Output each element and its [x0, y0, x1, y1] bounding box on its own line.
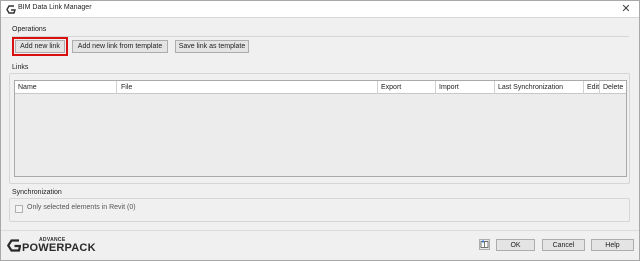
operations-group-label: Operations	[12, 26, 47, 33]
add-new-link-from-template-button[interactable]: Add new link from template	[72, 40, 168, 53]
footer-divider	[1, 230, 639, 231]
operations-divider	[12, 36, 629, 37]
column-header-import[interactable]: Import	[436, 81, 495, 94]
title-bar: BIM Data Link Manager ✕	[1, 1, 639, 18]
powerpack-g-logo-icon	[7, 239, 21, 252]
only-selected-elements-checkbox[interactable]	[15, 205, 23, 213]
only-selected-elements-label: Only selected elements in Revit (0)	[27, 204, 136, 211]
bim-data-link-manager-window: BIM Data Link Manager ✕ Operations Add n…	[0, 0, 640, 261]
add-new-link-button[interactable]: Add new link	[12, 37, 68, 56]
logo-text-powerpack: POWERPACK	[22, 242, 96, 254]
book-icon	[480, 240, 489, 248]
save-link-as-template-button[interactable]: Save link as template	[175, 40, 249, 53]
help-button[interactable]: Help	[591, 239, 634, 251]
column-header-file[interactable]: File	[118, 81, 378, 94]
column-header-last-synchronization[interactable]: Last Synchronization	[495, 81, 584, 94]
manual-button[interactable]	[479, 239, 490, 250]
close-button[interactable]: ✕	[620, 2, 632, 16]
ok-button[interactable]: OK	[496, 239, 535, 251]
column-header-delete[interactable]: Delete	[600, 81, 626, 94]
links-table[interactable]: Name File Export Import Last Synchroniza…	[14, 80, 627, 177]
synchronization-group-label: Synchronization	[12, 189, 62, 196]
column-header-edit[interactable]: Edit	[584, 81, 600, 94]
column-header-export[interactable]: Export	[378, 81, 436, 94]
window-title: BIM Data Link Manager	[18, 4, 92, 11]
column-header-name[interactable]: Name	[15, 81, 117, 94]
links-table-header: Name File Export Import Last Synchroniza…	[15, 81, 626, 94]
cancel-button[interactable]: Cancel	[542, 239, 585, 251]
advance-powerpack-logo: ADVANCE POWERPACK	[7, 237, 107, 255]
links-group-label: Links	[12, 64, 29, 71]
app-logo-icon	[6, 5, 16, 14]
